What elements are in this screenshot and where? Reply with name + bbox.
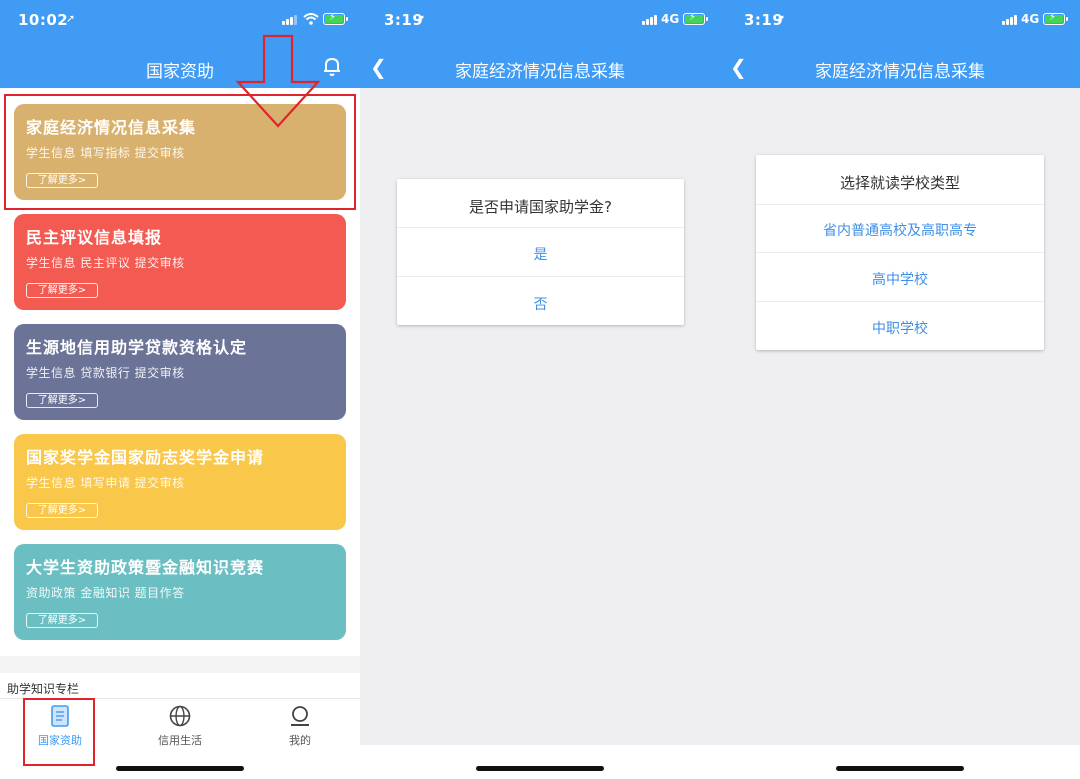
app-header: 3:19 ➚ 4G ⚡ ❮ 家庭经济情况信息采集 <box>720 0 1080 88</box>
network-type: 4G <box>1021 12 1040 26</box>
dialog-divider <box>756 204 1044 205</box>
card-democratic-review[interactable]: 民主评议信息填报 学生信息 民主评议 提交审核 了解更多> <box>14 214 346 310</box>
cell-signal-icon <box>282 14 298 25</box>
card-title: 国家奖学金国家励志奖学金申请 <box>26 448 265 467</box>
down-arrow-annotation-icon <box>235 34 321 128</box>
location-arrow-icon: ➚ <box>776 12 786 25</box>
tab-label: 信用生活 <box>158 734 202 747</box>
learn-more-button[interactable]: 了解更多> <box>26 393 98 408</box>
learn-more-button[interactable]: 了解更多> <box>26 283 98 298</box>
cell-signal-icon <box>642 14 658 25</box>
battery-icon: ⚡ <box>683 12 708 25</box>
dialog-divider <box>397 227 684 228</box>
globe-icon <box>169 705 191 727</box>
dialog-title: 是否申请国家助学金? <box>469 198 612 216</box>
battery-icon: ⚡ <box>1043 12 1068 25</box>
network-type: 4G <box>661 12 680 26</box>
learn-more-button[interactable]: 了解更多> <box>26 613 98 628</box>
home-indicator <box>836 766 964 771</box>
card-subtitle: 资助政策 金融知识 题目作答 <box>26 586 185 600</box>
card-scholarship[interactable]: 国家奖学金国家励志奖学金申请 学生信息 填写申请 提交审核 了解更多> <box>14 434 346 530</box>
card-subtitle: 学生信息 填写申请 提交审核 <box>26 476 185 490</box>
option-university[interactable]: 省内普通高校及高职高专 <box>756 220 1044 240</box>
aid-apply-dialog: 是否申请国家助学金? 是 否 <box>397 179 684 325</box>
option-vocational-school[interactable]: 中职学校 <box>756 318 1044 338</box>
page-title: 家庭经济情况信息采集 <box>455 62 625 82</box>
card-student-loan[interactable]: 生源地信用助学贷款资格认定 学生信息 贷款银行 提交审核 了解更多> <box>14 324 346 420</box>
highlight-box-tab <box>23 698 95 766</box>
card-subtitle: 学生信息 民主评议 提交审核 <box>26 256 185 270</box>
tab-mine[interactable]: 我的 <box>260 704 340 748</box>
page-title: 家庭经济情况信息采集 <box>815 62 985 82</box>
dialog-divider <box>397 276 684 277</box>
option-no[interactable]: 否 <box>397 294 684 314</box>
home-indicator <box>116 766 244 771</box>
user-icon <box>291 706 309 726</box>
option-high-school[interactable]: 高中学校 <box>756 269 1044 289</box>
option-yes[interactable]: 是 <box>397 244 684 264</box>
card-subtitle: 学生信息 贷款银行 提交审核 <box>26 366 185 380</box>
dialog-divider <box>756 252 1044 253</box>
status-bar: 3:19 ➚ 4G ⚡ <box>360 0 720 40</box>
tab-label: 我的 <box>289 734 311 747</box>
home-indicator <box>476 766 604 771</box>
bottom-safe-area <box>720 745 1080 779</box>
battery-icon: ⚡ <box>323 12 348 25</box>
learn-more-button[interactable]: 了解更多> <box>26 503 98 518</box>
tab-credit-life[interactable]: 信用生活 <box>140 704 220 748</box>
school-type-dialog: 选择就读学校类型 省内普通高校及高职高专 高中学校 中职学校 <box>756 155 1044 350</box>
dialog-divider <box>756 301 1044 302</box>
app-header: 3:19 ➚ 4G ⚡ ❮ 家庭经济情况信息采集 <box>360 0 720 88</box>
wifi-icon <box>303 13 319 25</box>
screen-school-type: 3:19 ➚ 4G ⚡ ❮ 家庭经济情况信息采集 选择就读学校类型 省内普通高校… <box>720 0 1080 779</box>
section-label: 助学知识专栏 <box>7 682 80 696</box>
status-time: 10:02 <box>18 11 69 29</box>
bell-icon[interactable] <box>320 54 344 78</box>
card-title: 大学生资助政策暨金融知识竞赛 <box>26 558 265 577</box>
card-knowledge-contest[interactable]: 大学生资助政策暨金融知识竞赛 资助政策 金融知识 题目作答 了解更多> <box>14 544 346 640</box>
status-bar: 3:19 ➚ 4G ⚡ <box>720 0 1080 40</box>
bottom-safe-area <box>360 745 720 779</box>
card-title: 民主评议信息填报 <box>26 228 163 247</box>
cell-signal-icon <box>1002 14 1018 25</box>
card-title: 生源地信用助学贷款资格认定 <box>26 338 248 357</box>
screen-national-aid: 10:02 ➚ ⚡ 国家资助 家庭经济情况信息采集 学生信息 填写指标 提交审核… <box>0 0 360 779</box>
screen-aid-question: 3:19 ➚ 4G ⚡ ❮ 家庭经济情况信息采集 是否申请国家助学金? 是 否 <box>360 0 720 779</box>
dialog-title: 选择就读学校类型 <box>839 174 960 192</box>
location-arrow-icon: ➚ <box>416 12 426 25</box>
location-arrow-icon: ➚ <box>66 12 76 25</box>
